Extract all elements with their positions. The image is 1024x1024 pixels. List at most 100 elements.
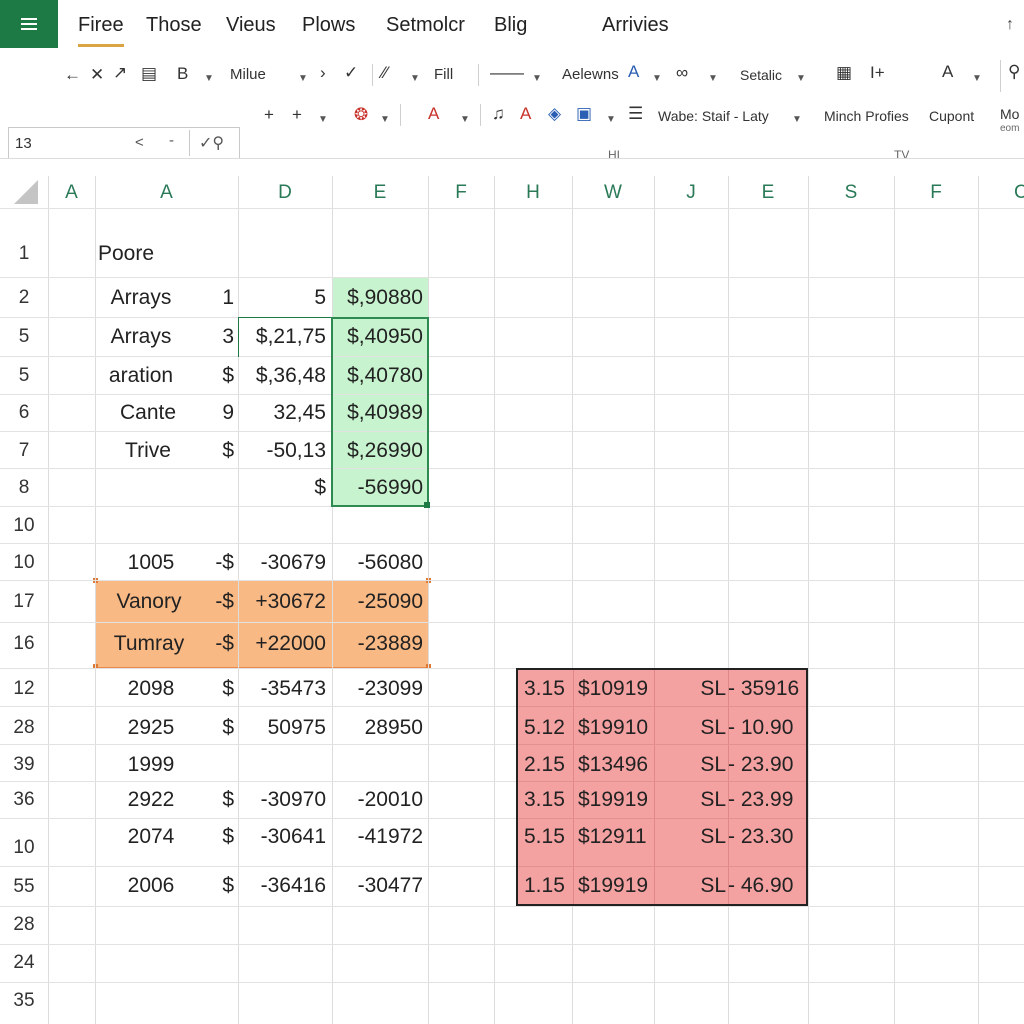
cell[interactable]: -41972 xyxy=(332,825,423,849)
table-icon[interactable]: ▦ xyxy=(836,64,852,82)
list-icon[interactable]: ☰ xyxy=(628,105,643,123)
red-cell[interactable]: - 23.99 xyxy=(728,788,793,812)
red-cell[interactable]: - 46.90 xyxy=(728,874,793,898)
format-painter-icon[interactable]: ↗ xyxy=(113,64,127,82)
red-cell[interactable]: $10919 xyxy=(578,677,648,701)
gear-dropdown-icon[interactable]: ▼ xyxy=(380,111,390,129)
text-size-dropdown-icon[interactable]: ▼ xyxy=(972,70,982,88)
cell[interactable]: -25090 xyxy=(332,590,423,614)
cell[interactable]: -50,13 xyxy=(240,439,326,463)
cell[interactable]: -30641 xyxy=(240,825,326,849)
text-effect-icon[interactable]: A xyxy=(520,105,531,123)
text-size-icon[interactable]: A xyxy=(942,63,953,81)
red-cell[interactable]: SL xyxy=(668,874,726,898)
red-cell[interactable]: SL xyxy=(668,716,726,740)
red-cell[interactable]: SL xyxy=(668,677,726,701)
gear-icon[interactable]: ❂ xyxy=(354,106,368,124)
cut-icon[interactable]: ✕ xyxy=(90,66,104,84)
line-style-dropdown-icon[interactable]: ▼ xyxy=(532,70,542,88)
bold-dropdown-icon[interactable]: ▼ xyxy=(204,70,214,88)
cell[interactable]: 5 xyxy=(240,286,326,310)
cell[interactable]: Arrays xyxy=(95,325,187,349)
row-header[interactable]: 39 xyxy=(0,754,48,776)
cell[interactable]: -36416 xyxy=(240,874,326,898)
arrange-button[interactable]: Aelewns xyxy=(562,66,619,84)
column-header[interactable]: W xyxy=(572,182,654,204)
red-cell[interactable]: - 10.90 xyxy=(728,716,793,740)
tab-arrivies[interactable]: Arrivies xyxy=(602,14,669,37)
border-dropdown-icon[interactable]: ▼ xyxy=(410,70,420,88)
row-header[interactable]: 24 xyxy=(0,952,48,974)
red-cell[interactable]: $13496 xyxy=(578,753,648,777)
row-header[interactable]: 36 xyxy=(0,789,48,811)
name-box-dropdown-icon[interactable]: - xyxy=(169,132,174,149)
row-header[interactable]: 6 xyxy=(0,402,48,424)
cell[interactable]: Arrays xyxy=(95,286,187,310)
cell[interactable]: $ xyxy=(200,364,234,388)
picture-icon[interactable]: ▣ xyxy=(576,105,592,123)
cell[interactable]: 2922 xyxy=(105,788,197,812)
cell[interactable]: -23099 xyxy=(332,677,423,701)
cell[interactable]: $,36,48 xyxy=(240,364,326,388)
cell[interactable]: $ xyxy=(200,677,234,701)
strike-icon[interactable]: › xyxy=(320,64,326,82)
paste-icon[interactable]: ▤ xyxy=(141,65,157,83)
row-header[interactable]: 7 xyxy=(0,440,48,462)
row-header[interactable]: 8 xyxy=(0,477,48,499)
column-header[interactable]: D xyxy=(238,182,332,204)
cell[interactable]: Trive xyxy=(102,439,194,463)
red-cell[interactable]: SL xyxy=(668,788,726,812)
red-cell[interactable]: 5.15 xyxy=(524,825,565,849)
column-header[interactable]: E xyxy=(332,182,428,204)
row-header[interactable]: 17 xyxy=(0,591,48,613)
cell[interactable]: 2925 xyxy=(105,716,197,740)
search-icon[interactable]: ⚲ xyxy=(1008,63,1020,81)
bold-icon[interactable]: B xyxy=(177,65,188,83)
cell[interactable]: Vanory xyxy=(103,590,195,614)
red-cell[interactable]: - 23.90 xyxy=(728,753,793,777)
formula-tools-icon[interactable]: ✓⚲ xyxy=(199,133,224,153)
cupont-button[interactable]: Cupont xyxy=(929,107,974,125)
row-header[interactable]: 10 xyxy=(0,837,48,859)
shapes-icon[interactable]: ◈ xyxy=(548,105,561,123)
font-name-box[interactable]: Milue xyxy=(230,66,266,84)
red-highlight-table[interactable]: 3.15 $10919 SL - 35916 5.12 $19910 SL - … xyxy=(516,668,808,906)
cell[interactable]: -$ xyxy=(196,590,234,614)
cell[interactable]: $ xyxy=(200,788,234,812)
tab-blig[interactable]: Blig xyxy=(494,14,527,37)
add-icon[interactable]: + xyxy=(264,106,274,124)
cell[interactable]: Cante xyxy=(102,401,194,425)
row-header[interactable]: 28 xyxy=(0,914,48,936)
red-cell[interactable]: 1.15 xyxy=(524,874,565,898)
cell[interactable]: 2074 xyxy=(105,825,197,849)
tab-plows[interactable]: Plows xyxy=(302,14,355,37)
column-header[interactable]: C xyxy=(978,182,1024,204)
row-header[interactable]: 10 xyxy=(0,515,48,537)
column-header[interactable]: A xyxy=(48,182,95,204)
cell[interactable]: 1999 xyxy=(105,753,197,777)
app-logo-icon[interactable] xyxy=(0,0,58,48)
cell[interactable]: Tumray xyxy=(103,632,195,656)
picture-dropdown-icon[interactable]: ▼ xyxy=(606,111,616,129)
cell[interactable]: -56080 xyxy=(332,551,423,575)
column-header[interactable]: E xyxy=(728,182,808,204)
check-icon[interactable]: ✓ xyxy=(344,64,358,82)
row-header[interactable]: 35 xyxy=(0,990,48,1012)
row-header[interactable]: 2 xyxy=(0,287,48,309)
cell[interactable]: aration xyxy=(95,364,187,388)
row-header[interactable]: 28 xyxy=(0,717,48,739)
cell[interactable]: -23889 xyxy=(332,632,423,656)
cell[interactable]: 50975 xyxy=(240,716,326,740)
cell[interactable]: -$ xyxy=(196,551,234,575)
cell[interactable]: $ xyxy=(200,825,234,849)
add-more-icon[interactable]: + xyxy=(292,106,302,124)
row-header[interactable]: 12 xyxy=(0,678,48,700)
tab-file[interactable]: Firee xyxy=(78,14,124,37)
style-dropdown-icon[interactable]: ▼ xyxy=(796,70,806,88)
border-icon[interactable]: ⁄⁄ xyxy=(382,64,388,82)
tab-setmolcr[interactable]: Setmolcr xyxy=(386,14,465,37)
row-header[interactable]: 55 xyxy=(0,876,48,898)
cell[interactable]: -30477 xyxy=(332,874,423,898)
red-cell[interactable]: 3.15 xyxy=(524,788,565,812)
cell[interactable]: -35473 xyxy=(240,677,326,701)
